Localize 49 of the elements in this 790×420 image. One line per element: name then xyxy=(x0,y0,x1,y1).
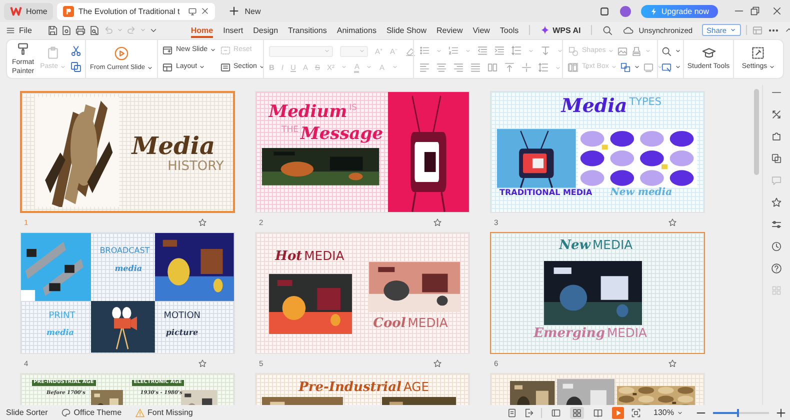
slide-thumbnail[interactable]: New MEDIA Emerging MEDIA xyxy=(490,232,705,354)
ribbon-tab[interactable]: Review xyxy=(436,22,463,38)
font-missing-button[interactable]: Font Missing xyxy=(134,408,193,418)
upgrade-button[interactable]: Upgrade now xyxy=(641,4,718,18)
ribbon-tab[interactable]: Transitions xyxy=(288,22,327,38)
window-tab[interactable]: The Evolution of Traditional t xyxy=(57,2,215,20)
slide-text: MEDIA xyxy=(304,250,344,264)
slide-text: Hot xyxy=(275,250,302,264)
slide-text: Medium xyxy=(268,104,348,122)
slide-thumbnail[interactable]: Hot MEDIA Cool MEDIA xyxy=(255,232,470,354)
slide-text: media xyxy=(114,264,142,273)
slide-text: BROADCAST xyxy=(100,247,150,256)
slide-text: Cool xyxy=(373,317,406,331)
slide-text: MOTION xyxy=(164,312,201,322)
slide-text: HISTORY xyxy=(168,160,224,175)
ribbon-tab[interactable]: View xyxy=(472,22,490,38)
new-tab-button[interactable]: New xyxy=(228,6,261,16)
slide-text: MEDIA xyxy=(408,317,448,331)
file-menu[interactable]: File xyxy=(6,26,32,34)
slide-text: PRINT xyxy=(48,312,76,322)
ribbon-tab[interactable]: WPS AI xyxy=(540,22,581,38)
slide-text: Emerging xyxy=(534,326,605,340)
zoom-dropdown[interactable]: 130% xyxy=(654,408,683,417)
ribbon-tab[interactable]: Animations xyxy=(336,22,376,38)
ribbon-tab[interactable]: Design xyxy=(253,22,278,38)
slide-text: media xyxy=(46,328,74,336)
ribbon-tab[interactable]: Tools xyxy=(500,22,519,38)
ribbon-tab[interactable]: Insert xyxy=(223,22,244,38)
slide-text: THE xyxy=(282,126,299,135)
slide-text: IS xyxy=(349,104,357,114)
slide-text: TYPES xyxy=(629,96,662,108)
slide-text: Message xyxy=(300,126,384,144)
slide-text: New media xyxy=(610,188,672,198)
slide-text: Media xyxy=(561,96,628,117)
slide-thumbnail[interactable]: Pre-Industrial AGE xyxy=(255,373,470,405)
slide-thumbnail[interactable]: BROADCAST media PRINT media MOTION picture xyxy=(20,232,235,354)
slide-text: Pre-Industrial xyxy=(298,381,402,395)
slide-text: Media xyxy=(132,133,216,158)
slide-text: MEDIA xyxy=(592,239,633,253)
slide-text: TRADITIONAL MEDIA xyxy=(500,189,592,198)
view-name: Slide Sorter xyxy=(6,408,48,417)
slide-thumbnail[interactable]: Media HISTORY xyxy=(20,91,235,213)
slide-text: MEDIA xyxy=(606,326,647,340)
window-tab[interactable]: Home xyxy=(4,2,54,20)
slide-text: picture xyxy=(166,328,198,336)
slide-text: New xyxy=(559,239,591,253)
slide-text: AGE xyxy=(403,381,430,395)
theme-button[interactable]: Office Theme xyxy=(60,408,122,418)
ribbon-tab[interactable]: Slide Show xyxy=(386,22,426,38)
